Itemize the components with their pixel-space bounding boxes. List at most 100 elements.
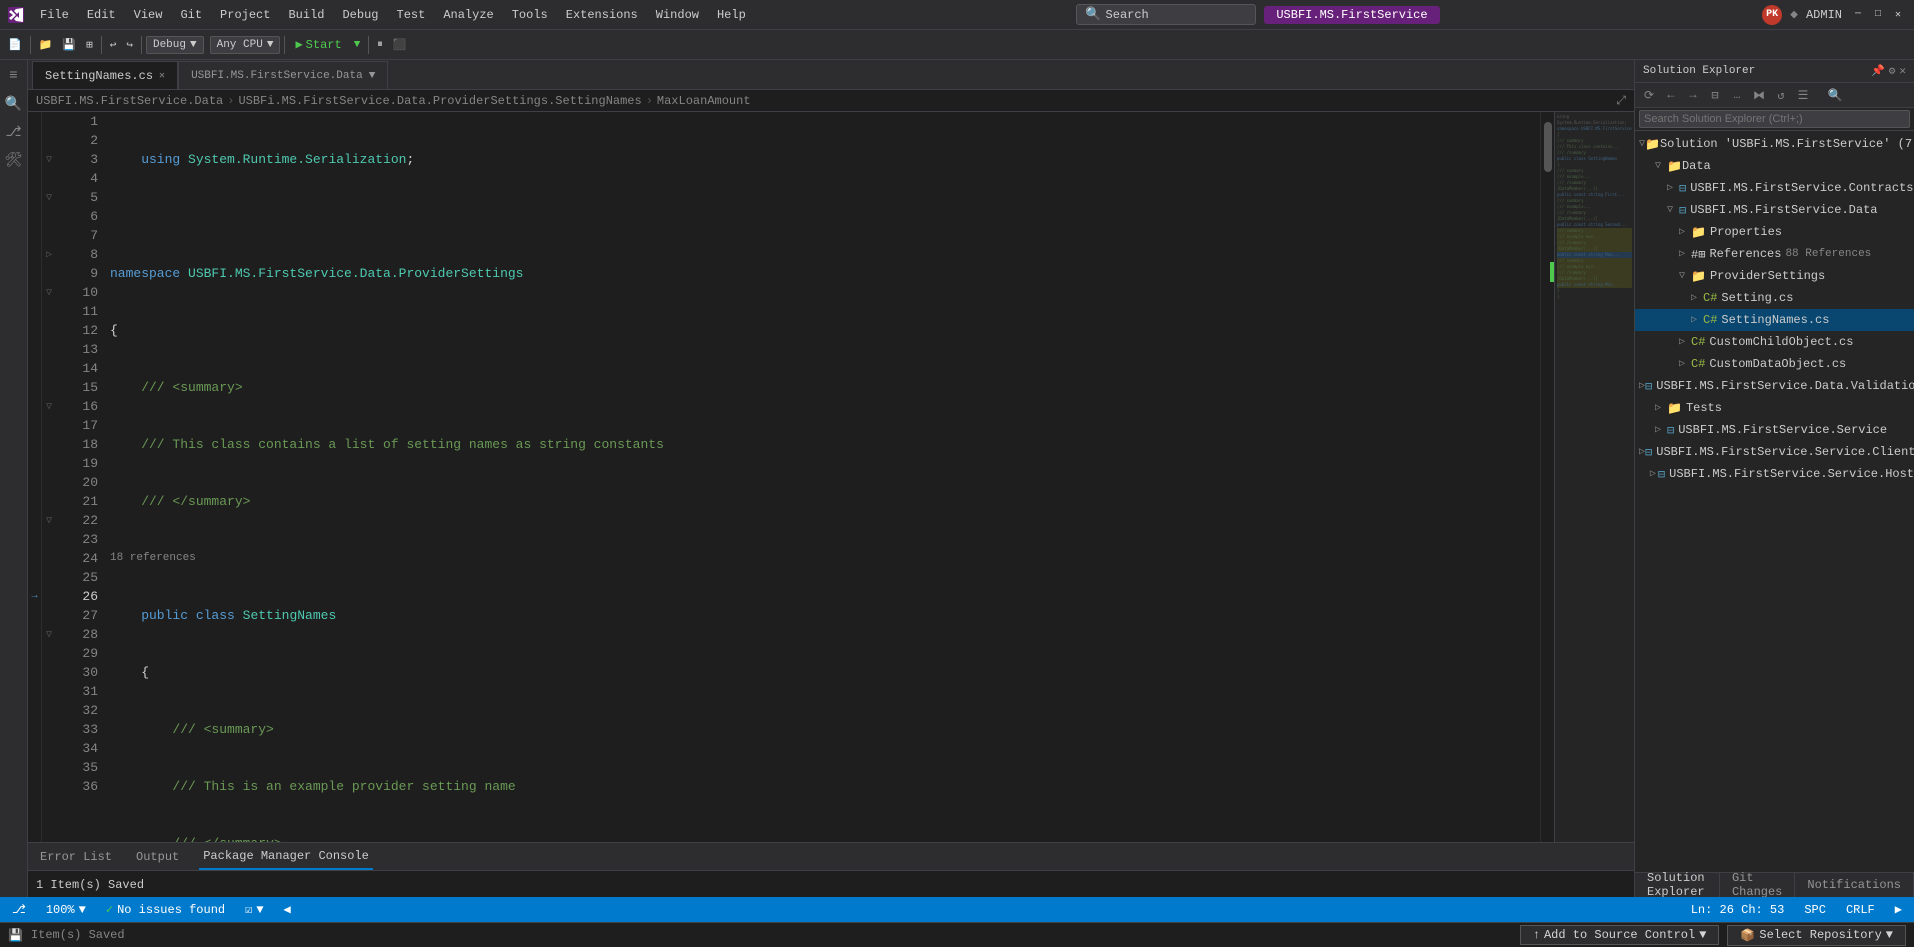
se-project-data[interactable]: ▽ ⊟ USBFI.MS.FirstService.Data <box>1635 199 1914 221</box>
activity-icon-4[interactable]: 🛠 <box>2 148 26 172</box>
se-folder-providersettings[interactable]: ▽ 📁 ProviderSettings <box>1635 265 1914 287</box>
se-project-service-client[interactable]: ▷ ⊟ USBFI.MS.FirstService.Service.Client <box>1635 441 1914 463</box>
se-project-validations[interactable]: ▷ ⊟ USBFI.MS.FirstService.Data.Validatio… <box>1635 375 1914 397</box>
se-folder-tests[interactable]: ▷ 📁 Tests <box>1635 397 1914 419</box>
se-tab-solution-explorer[interactable]: Solution Explorer <box>1635 873 1720 897</box>
se-tab-notifications[interactable]: Notifications <box>1795 873 1914 897</box>
add-source-control-btn[interactable]: ↑ Add to Source Control ▼ <box>1520 925 1720 945</box>
platform-dropdown[interactable]: Any CPU ▼ <box>210 36 281 54</box>
content-area: ≡ 🔍 ⎇ 🛠 SettingNames.cs ✕ USBFI.MS.First… <box>0 60 1914 897</box>
menu-file[interactable]: File <box>32 6 77 24</box>
tab-close-settingnames[interactable]: ✕ <box>159 70 165 82</box>
se-search-input[interactable] <box>1639 110 1910 128</box>
se-forward-btn[interactable]: → <box>1683 85 1703 105</box>
collapse-8[interactable]: ▷ <box>42 245 56 264</box>
se-project-service[interactable]: ▷ ⊟ USBFI.MS.FirstService.Service <box>1635 419 1914 441</box>
breadcrumb-member[interactable]: MaxLoanAmount <box>657 94 751 108</box>
tab-package-manager-console[interactable]: Package Manager Console <box>199 843 373 870</box>
cursor-position[interactable]: Ln: 26 Ch: 53 <box>1687 903 1789 917</box>
toolbar-debug-btns[interactable]: ⏸ <box>373 37 387 53</box>
se-project-service-host[interactable]: ▷ ⊟ USBFI.MS.FirstService.Service.Host <box>1635 463 1914 485</box>
toolbar-step[interactable]: ⬛ <box>389 36 411 54</box>
status-arrow[interactable]: ◀ <box>280 902 295 917</box>
toolbar-save-all[interactable]: ⊞ <box>82 36 97 54</box>
se-folder-properties[interactable]: ▷ 📁 Properties <box>1635 221 1914 243</box>
se-folder-references[interactable]: ▷ #⊞ References 88 References <box>1635 243 1914 265</box>
menu-view[interactable]: View <box>126 6 171 24</box>
collapse-5[interactable]: ▽ <box>42 188 56 207</box>
menu-window[interactable]: Window <box>648 6 707 24</box>
se-file-customdata[interactable]: ▷ C# CustomDataObject.cs <box>1635 353 1914 375</box>
activity-icon-3[interactable]: ⎇ <box>2 120 26 144</box>
status-next[interactable]: ▶ <box>1891 902 1906 917</box>
se-file-customchild[interactable]: ▷ C# CustomChildObject.cs <box>1635 331 1914 353</box>
vertical-scrollbar[interactable] <box>1540 112 1554 842</box>
toolbar-open[interactable]: 📁 <box>35 36 57 54</box>
se-refresh-btn[interactable]: ↺ <box>1771 85 1791 105</box>
zoom-status[interactable]: 100% ▼ <box>42 903 90 917</box>
breadcrumb-class[interactable]: USBFi.MS.FirstService.Data.ProviderSetti… <box>238 94 641 108</box>
se-collapse-btn[interactable]: ⊟ <box>1705 85 1725 105</box>
code-editor[interactable]: using System.Runtime.Serialization; name… <box>106 112 1540 842</box>
scrollbar-thumb[interactable] <box>1544 122 1552 172</box>
menu-git[interactable]: Git <box>172 6 210 24</box>
tab-data-project[interactable]: USBFI.MS.FirstService.Data ▼ <box>178 61 388 89</box>
se-file-settingnames[interactable]: ▷ C# SettingNames.cs <box>1635 309 1914 331</box>
menu-help[interactable]: Help <box>709 6 754 24</box>
tab-error-list[interactable]: Error List <box>36 843 116 870</box>
se-sync-btn[interactable]: ⟳ <box>1639 85 1659 105</box>
se-tab-git-changes[interactable]: Git Changes <box>1720 873 1795 897</box>
breadcrumb-project[interactable]: USBFI.MS.FirstService.Data <box>36 94 223 108</box>
menu-extensions[interactable]: Extensions <box>558 6 646 24</box>
toolbar-undo[interactable]: ↩ <box>106 36 121 54</box>
toolbar-redo[interactable]: ↪ <box>122 36 137 54</box>
line-ending-status[interactable]: CRLF <box>1842 903 1879 917</box>
tab-settingnames[interactable]: SettingNames.cs ✕ <box>32 61 178 89</box>
menu-debug[interactable]: Debug <box>334 6 386 24</box>
activity-icon-1[interactable]: ≡ <box>2 64 26 88</box>
toolbar-run-arrow[interactable]: ▼ <box>350 37 365 53</box>
debug-config-dropdown[interactable]: Debug ▼ <box>146 36 204 54</box>
menu-test[interactable]: Test <box>389 6 434 24</box>
restore-button[interactable]: □ <box>1870 7 1886 23</box>
collapse-16[interactable]: ▽ <box>42 397 56 416</box>
collapse-22[interactable]: ▽ <box>42 511 56 530</box>
se-search-icon[interactable]: 🔍 <box>1825 85 1845 105</box>
run-button[interactable]: ▶ Start <box>289 35 347 54</box>
se-misc-btn[interactable]: ☰ <box>1793 85 1813 105</box>
menu-project[interactable]: Project <box>212 6 278 24</box>
se-solution-root[interactable]: ▽ 📁 Solution 'USBFi.MS.FirstService' (7 … <box>1635 133 1914 155</box>
select-repository-btn[interactable]: 📦 Select Repository ▼ <box>1727 925 1906 946</box>
menu-analyze[interactable]: Analyze <box>435 6 501 24</box>
se-file-setting[interactable]: ▷ C# Setting.cs <box>1635 287 1914 309</box>
indentation-status[interactable]: SPC <box>1800 903 1830 917</box>
se-folder-data[interactable]: ▽ 📁 Data <box>1635 155 1914 177</box>
menu-edit[interactable]: Edit <box>79 6 124 24</box>
title-search-box[interactable]: 🔍 Search <box>1076 4 1256 25</box>
collapse-28[interactable]: ▽ <box>42 625 56 644</box>
val-label: USBFI.MS.FirstService.Data.Validations <box>1656 379 1914 393</box>
menu-build[interactable]: Build <box>280 6 332 24</box>
se-project-contracts[interactable]: ▷ ⊟ USBFI.MS.FirstService.Contracts <box>1635 177 1914 199</box>
se-pending-btn[interactable]: … <box>1727 85 1747 105</box>
breadcrumb-collapse-icon[interactable]: ⤢ <box>1616 94 1626 108</box>
se-filter-btn[interactable]: ⧓ <box>1749 85 1769 105</box>
collapse-10[interactable]: ▽ <box>42 283 56 302</box>
se-close-icon[interactable]: ✕ <box>1899 64 1906 78</box>
close-button[interactable]: ✕ <box>1890 7 1906 23</box>
activity-icon-2[interactable]: 🔍 <box>2 92 26 116</box>
toolbar-new[interactable]: 📄 <box>4 36 26 54</box>
se-back-btn[interactable]: ← <box>1661 85 1681 105</box>
minimize-button[interactable]: ─ <box>1850 7 1866 23</box>
tab-output[interactable]: Output <box>132 843 183 870</box>
active-file-tab[interactable]: USBFI.MS.FirstService <box>1264 6 1439 24</box>
se-settings-icon[interactable]: ⚙ <box>1889 64 1896 78</box>
se-pin-icon[interactable]: 📌 <box>1871 64 1885 78</box>
menu-tools[interactable]: Tools <box>504 6 556 24</box>
no-issues-status[interactable]: ✓ No issues found <box>102 902 229 917</box>
gutter-29 <box>28 644 41 663</box>
git-status[interactable]: ⎇ <box>8 902 30 917</box>
collapse-3[interactable]: ▽ <box>42 150 56 169</box>
toolbar-save[interactable]: 💾 <box>58 36 80 54</box>
status-check-icon[interactable]: ☑ ▼ <box>241 902 267 917</box>
